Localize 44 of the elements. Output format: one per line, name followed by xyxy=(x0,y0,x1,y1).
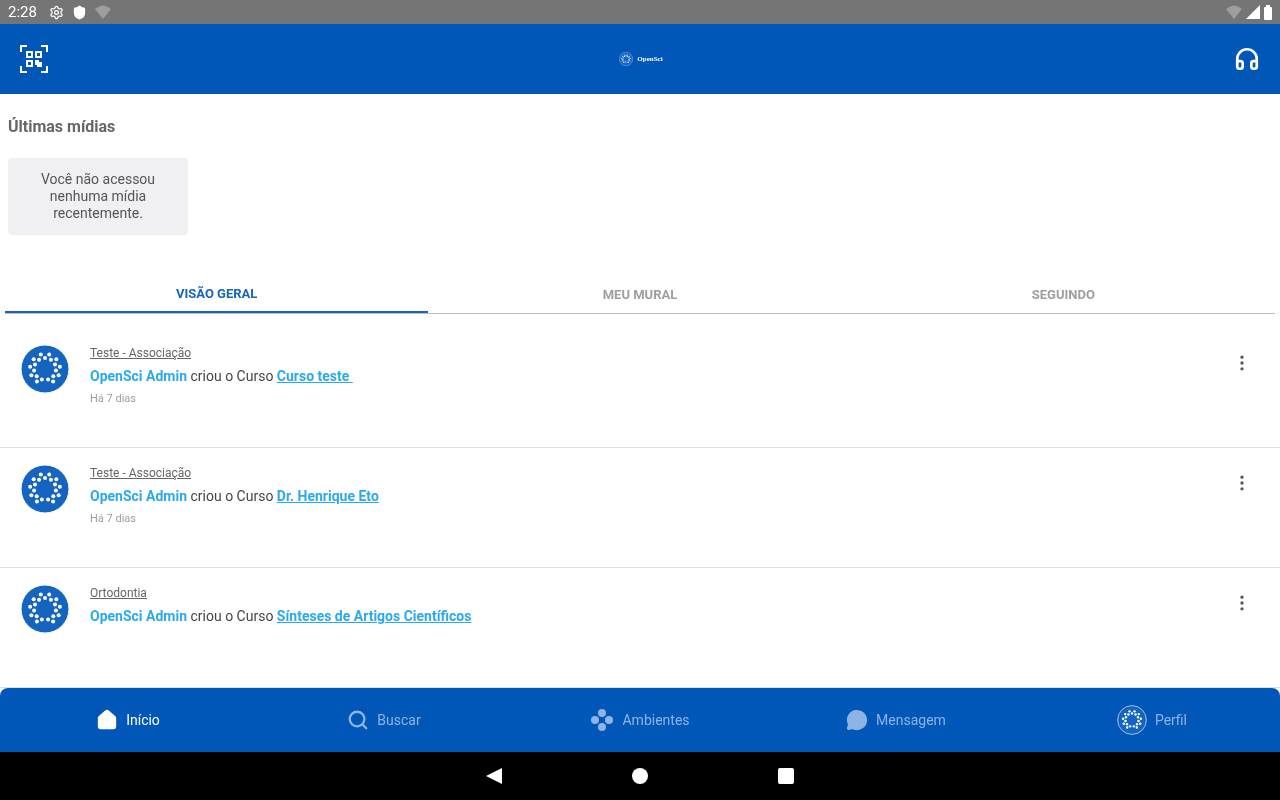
course-link[interactable]: Sínteses de Artigos Científicos xyxy=(276,608,472,624)
timestamp: Há 7 dias xyxy=(90,511,137,527)
nav-tab[interactable]: Ambientes xyxy=(512,688,768,752)
battery-icon xyxy=(1264,4,1272,20)
logo-icon xyxy=(619,52,634,66)
signal-icon xyxy=(1246,5,1260,19)
avatar-icon xyxy=(1116,705,1147,735)
dots-cluster-icon xyxy=(590,708,615,732)
activity-text: OpenSci Admin criou o Curso Curso teste xyxy=(90,368,1232,385)
user-link[interactable]: OpenSci Admin xyxy=(90,608,187,624)
wifi-icon xyxy=(94,5,111,19)
activity-text: OpenSci Admin criou o Curso Sínteses de Artigos Científicos xyxy=(90,608,473,625)
empty-message: Você não acessou nenhuma mídia recentemente. xyxy=(39,171,157,222)
category-link[interactable]: Teste - Associação xyxy=(90,466,1232,480)
search-icon xyxy=(347,709,370,731)
wifi-icon xyxy=(1226,5,1242,19)
headset-icon[interactable] xyxy=(1234,46,1260,72)
nav-tab[interactable]: Perfil xyxy=(1024,688,1280,752)
back-icon[interactable] xyxy=(486,768,502,784)
status-time: 2:28 xyxy=(8,1,37,23)
qr-code-icon[interactable] xyxy=(20,45,48,73)
user-link[interactable]: OpenSci Admin xyxy=(90,488,187,504)
category-link[interactable]: Ortodontia xyxy=(90,586,1232,600)
user-link[interactable]: OpenSci Admin xyxy=(90,368,187,384)
home-icon[interactable] xyxy=(632,768,648,784)
timestamp: Há 7 dias xyxy=(90,391,137,407)
home-icon xyxy=(96,709,119,731)
course-link[interactable]: Dr. Henrique Eto xyxy=(276,488,379,504)
course-link[interactable]: Curso teste xyxy=(276,368,353,384)
tab[interactable]: SEGUINDO xyxy=(851,277,1275,313)
activity-text: OpenSci Admin criou o Curso Dr. Henrique Eto xyxy=(90,488,380,505)
tab[interactable]: VISÃO GERAL xyxy=(5,277,429,313)
nav-tab[interactable]: Início xyxy=(0,688,256,752)
chat-icon xyxy=(846,709,869,731)
tab[interactable]: MEU MURAL xyxy=(428,277,852,313)
avatar-icon xyxy=(20,584,70,634)
section-title: Últimas mídias xyxy=(7,116,117,138)
gear-icon xyxy=(48,4,64,20)
category-link[interactable]: Teste - Associação xyxy=(90,346,1232,360)
avatar-icon xyxy=(20,344,70,394)
shield-icon xyxy=(71,4,87,20)
nav-tab[interactable]: Mensagem xyxy=(768,688,1024,752)
nav-tab[interactable]: Buscar xyxy=(256,688,512,752)
avatar-icon xyxy=(20,464,70,514)
